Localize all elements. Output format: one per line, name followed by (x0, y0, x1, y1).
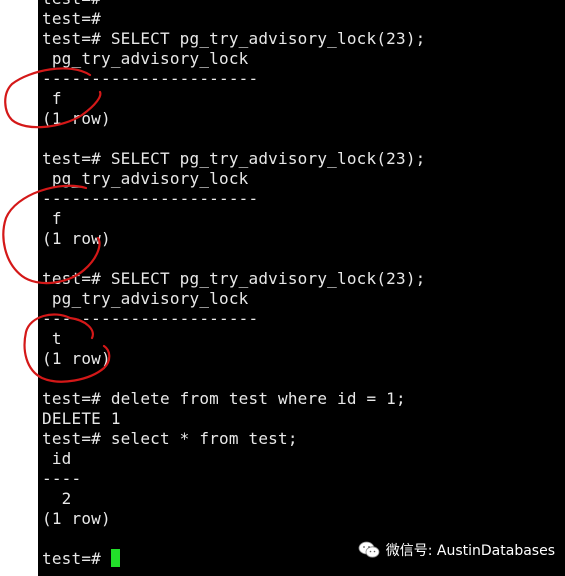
terminal-line: (1 row) (42, 229, 111, 248)
terminal-window[interactable]: test=# test=# test=# SELECT pg_try_advis… (38, 0, 565, 576)
watermark-text: 微信号: AustinDatabases (385, 543, 555, 559)
terminal-line: pg_try_advisory_lock (42, 169, 249, 188)
terminal-line: test=# SELECT pg_try_advisory_lock(23); (42, 149, 426, 168)
terminal-line: ---- (42, 469, 82, 488)
terminal-line: ---------------------- (42, 309, 259, 328)
terminal-line: test=# delete from test where id = 1; (42, 389, 406, 408)
terminal-line: f (42, 89, 62, 108)
terminal-line: test=# select * from test; (42, 429, 298, 448)
terminal-line: pg_try_advisory_lock (42, 49, 249, 68)
terminal-line: test=# SELECT pg_try_advisory_lock(23); (42, 269, 426, 288)
terminal-line: (1 row) (42, 349, 111, 368)
terminal-line: DELETE 1 (42, 409, 121, 428)
terminal-line: test=# (42, 0, 425, 9)
terminal-line: ---------------------- (42, 69, 259, 88)
terminal-output: test=# test=# test=# SELECT pg_try_advis… (42, 0, 425, 569)
terminal-line: test=# (42, 9, 101, 28)
wechat-icon (358, 541, 380, 558)
terminal-line: (1 row) (42, 509, 111, 528)
terminal-line: (1 row) (42, 109, 111, 128)
terminal-line: id (42, 449, 72, 468)
terminal-line: pg_try_advisory_lock (42, 289, 249, 308)
watermark: 微信号: AustinDatabases (358, 540, 555, 560)
terminal-line: ---------------------- (42, 189, 259, 208)
text-cursor (110, 549, 120, 567)
terminal-line: test=# SELECT pg_try_advisory_lock(23); (42, 29, 426, 48)
terminal-line: 2 (42, 489, 72, 508)
terminal-line: t (42, 329, 62, 348)
terminal-line: f (42, 209, 62, 228)
prompt-text: test=# (42, 549, 111, 568)
